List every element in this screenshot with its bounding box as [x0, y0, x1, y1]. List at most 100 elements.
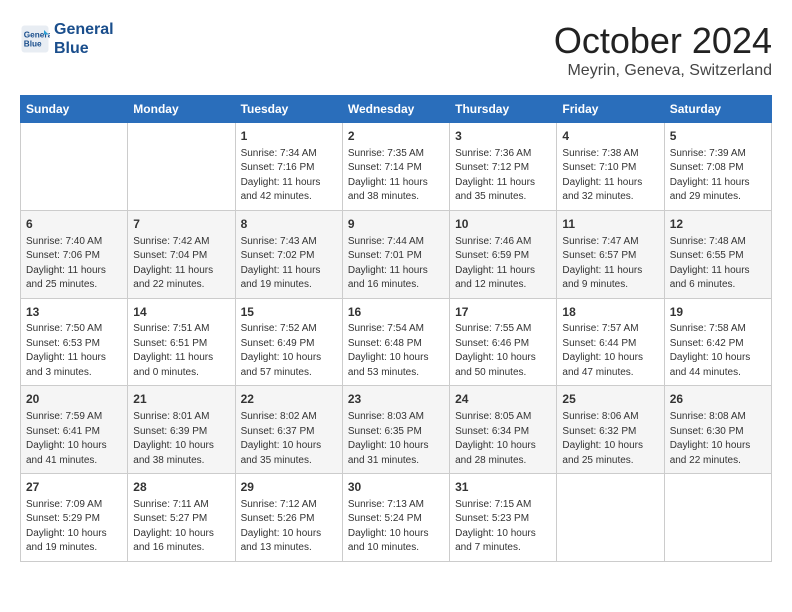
- calendar-body: 1 Sunrise: 7:34 AMSunset: 7:16 PMDaylight…: [21, 123, 772, 562]
- logo: General Blue General Blue: [20, 20, 114, 58]
- calendar-cell: 3 Sunrise: 7:36 AMSunset: 7:12 PMDaylight…: [450, 123, 557, 211]
- calendar-cell: 2 Sunrise: 7:35 AMSunset: 7:14 PMDaylight…: [342, 123, 449, 211]
- day-number: 15: [241, 304, 337, 321]
- day-number: 18: [562, 304, 658, 321]
- calendar-cell: 14Sunrise: 7:51 AMSunset: 6:51 PMDayligh…: [128, 298, 235, 386]
- calendar-cell: 12 Sunrise: 7:48 AMSunset: 6:55 PMDayligh…: [664, 210, 771, 298]
- column-header-monday: Monday: [128, 96, 235, 123]
- title-block: October 2024 Meyrin, Geneva, Switzerland: [554, 20, 772, 80]
- calendar-header: SundayMondayTuesdayWednesdayThursdayFrid…: [21, 96, 772, 123]
- day-number: 12: [670, 216, 766, 233]
- day-info: Sunrise: 7:34 AMSunset: 7:16 PMDaylight:…: [241, 147, 337, 205]
- calendar-week-3: 13Sunrise: 7:50 AMSunset: 6:53 PMDayligh…: [21, 298, 772, 386]
- day-info: Sunrise: 7:36 AMSunset: 7:12 PMDaylight:…: [455, 147, 551, 205]
- day-number: 19: [670, 304, 766, 321]
- calendar-cell: 19Sunrise: 7:58 AMSunset: 6:42 PMDayligh…: [664, 298, 771, 386]
- column-header-thursday: Thursday: [450, 96, 557, 123]
- day-number: 9: [348, 216, 444, 233]
- day-number: 1: [241, 128, 337, 145]
- day-info: Sunrise: 7:43 AMSunset: 7:02 PMDaylight:…: [241, 235, 337, 293]
- day-info: Sunrise: 7:12 AMSunset: 5:26 PMDaylight:…: [241, 498, 337, 556]
- day-number: 24: [455, 391, 551, 408]
- calendar-cell: 24 Sunrise: 8:05 AMSunset: 6:34 PMDayligh…: [450, 386, 557, 474]
- calendar-cell: 11 Sunrise: 7:47 AMSunset: 6:57 PMDayligh…: [557, 210, 664, 298]
- day-info: Sunrise: 8:05 AMSunset: 6:34 PMDaylight:…: [455, 410, 551, 468]
- day-info: Sunrise: 7:58 AMSunset: 6:42 PMDaylight:…: [670, 322, 766, 380]
- day-info: Sunrise: 8:08 AMSunset: 6:30 PMDaylight:…: [670, 410, 766, 468]
- calendar-week-2: 6 Sunrise: 7:40 AMSunset: 7:06 PMDaylight…: [21, 210, 772, 298]
- day-number: 13: [26, 304, 122, 321]
- day-number: 29: [241, 479, 337, 496]
- day-number: 21: [133, 391, 229, 408]
- day-info: Sunrise: 7:55 AMSunset: 6:46 PMDaylight:…: [455, 322, 551, 380]
- day-number: 8: [241, 216, 337, 233]
- calendar-cell: 22 Sunrise: 8:02 AMSunset: 6:37 PMDayligh…: [235, 386, 342, 474]
- day-number: 11: [562, 216, 658, 233]
- calendar-cell: 13Sunrise: 7:50 AMSunset: 6:53 PMDayligh…: [21, 298, 128, 386]
- column-header-sunday: Sunday: [21, 96, 128, 123]
- day-info: Sunrise: 8:02 AMSunset: 6:37 PMDaylight:…: [241, 410, 337, 468]
- day-info: Sunrise: 7:47 AMSunset: 6:57 PMDaylight:…: [562, 235, 658, 293]
- day-info: Sunrise: 7:51 AMSunset: 6:51 PMDaylight:…: [133, 322, 229, 380]
- calendar-cell: 6 Sunrise: 7:40 AMSunset: 7:06 PMDaylight…: [21, 210, 128, 298]
- calendar-cell: 30Sunrise: 7:13 AMSunset: 5:24 PMDayligh…: [342, 474, 449, 562]
- day-info: Sunrise: 7:11 AMSunset: 5:27 PMDaylight:…: [133, 498, 229, 556]
- day-info: Sunrise: 7:48 AMSunset: 6:55 PMDaylight:…: [670, 235, 766, 293]
- day-number: 7: [133, 216, 229, 233]
- day-number: 27: [26, 479, 122, 496]
- calendar-cell: 15Sunrise: 7:52 AMSunset: 6:49 PMDayligh…: [235, 298, 342, 386]
- logo-text-line2: Blue: [54, 39, 114, 58]
- calendar-cell: 23Sunrise: 8:03 AMSunset: 6:35 PMDayligh…: [342, 386, 449, 474]
- calendar-cell: 16Sunrise: 7:54 AMSunset: 6:48 PMDayligh…: [342, 298, 449, 386]
- calendar-cell: 26 Sunrise: 8:08 AMSunset: 6:30 PMDayligh…: [664, 386, 771, 474]
- day-number: 17: [455, 304, 551, 321]
- calendar-cell: 28 Sunrise: 7:11 AMSunset: 5:27 PMDayligh…: [128, 474, 235, 562]
- day-info: Sunrise: 7:57 AMSunset: 6:44 PMDaylight:…: [562, 322, 658, 380]
- day-number: 10: [455, 216, 551, 233]
- calendar-cell: 25Sunrise: 8:06 AMSunset: 6:32 PMDayligh…: [557, 386, 664, 474]
- svg-text:General: General: [24, 31, 50, 40]
- day-number: 23: [348, 391, 444, 408]
- calendar-cell: 10 Sunrise: 7:46 AMSunset: 6:59 PMDayligh…: [450, 210, 557, 298]
- calendar-cell: 27 Sunrise: 7:09 AMSunset: 5:29 PMDayligh…: [21, 474, 128, 562]
- column-header-saturday: Saturday: [664, 96, 771, 123]
- calendar-cell: 17Sunrise: 7:55 AMSunset: 6:46 PMDayligh…: [450, 298, 557, 386]
- day-number: 22: [241, 391, 337, 408]
- calendar-cell: 29 Sunrise: 7:12 AMSunset: 5:26 PMDayligh…: [235, 474, 342, 562]
- calendar-cell: 18Sunrise: 7:57 AMSunset: 6:44 PMDayligh…: [557, 298, 664, 386]
- calendar-cell: 4 Sunrise: 7:38 AMSunset: 7:10 PMDaylight…: [557, 123, 664, 211]
- calendar-cell: [128, 123, 235, 211]
- column-header-tuesday: Tuesday: [235, 96, 342, 123]
- day-info: Sunrise: 7:40 AMSunset: 7:06 PMDaylight:…: [26, 235, 122, 293]
- calendar-cell: 9Sunrise: 7:44 AMSunset: 7:01 PMDaylight…: [342, 210, 449, 298]
- calendar-cell: 20Sunrise: 7:59 AMSunset: 6:41 PMDayligh…: [21, 386, 128, 474]
- calendar-cell: 31Sunrise: 7:15 AMSunset: 5:23 PMDayligh…: [450, 474, 557, 562]
- day-info: Sunrise: 7:52 AMSunset: 6:49 PMDaylight:…: [241, 322, 337, 380]
- day-info: Sunrise: 7:35 AMSunset: 7:14 PMDaylight:…: [348, 147, 444, 205]
- day-number: 26: [670, 391, 766, 408]
- day-info: Sunrise: 7:54 AMSunset: 6:48 PMDaylight:…: [348, 322, 444, 380]
- day-number: 16: [348, 304, 444, 321]
- day-info: Sunrise: 7:38 AMSunset: 7:10 PMDaylight:…: [562, 147, 658, 205]
- day-info: Sunrise: 7:09 AMSunset: 5:29 PMDaylight:…: [26, 498, 122, 556]
- calendar-week-4: 20Sunrise: 7:59 AMSunset: 6:41 PMDayligh…: [21, 386, 772, 474]
- day-number: 25: [562, 391, 658, 408]
- calendar-week-1: 1 Sunrise: 7:34 AMSunset: 7:16 PMDaylight…: [21, 123, 772, 211]
- day-info: Sunrise: 7:42 AMSunset: 7:04 PMDaylight:…: [133, 235, 229, 293]
- column-header-friday: Friday: [557, 96, 664, 123]
- day-info: Sunrise: 8:01 AMSunset: 6:39 PMDaylight:…: [133, 410, 229, 468]
- calendar-cell: 5Sunrise: 7:39 AMSunset: 7:08 PMDaylight…: [664, 123, 771, 211]
- day-number: 28: [133, 479, 229, 496]
- day-number: 14: [133, 304, 229, 321]
- day-number: 6: [26, 216, 122, 233]
- day-number: 2: [348, 128, 444, 145]
- calendar-cell: [21, 123, 128, 211]
- column-header-wednesday: Wednesday: [342, 96, 449, 123]
- page-header: General Blue General Blue October 2024 M…: [20, 20, 772, 80]
- calendar-week-5: 27 Sunrise: 7:09 AMSunset: 5:29 PMDayligh…: [21, 474, 772, 562]
- day-number: 3: [455, 128, 551, 145]
- calendar-cell: 21 Sunrise: 8:01 AMSunset: 6:39 PMDayligh…: [128, 386, 235, 474]
- day-info: Sunrise: 7:46 AMSunset: 6:59 PMDaylight:…: [455, 235, 551, 293]
- calendar-table: SundayMondayTuesdayWednesdayThursdayFrid…: [20, 95, 772, 562]
- day-number: 4: [562, 128, 658, 145]
